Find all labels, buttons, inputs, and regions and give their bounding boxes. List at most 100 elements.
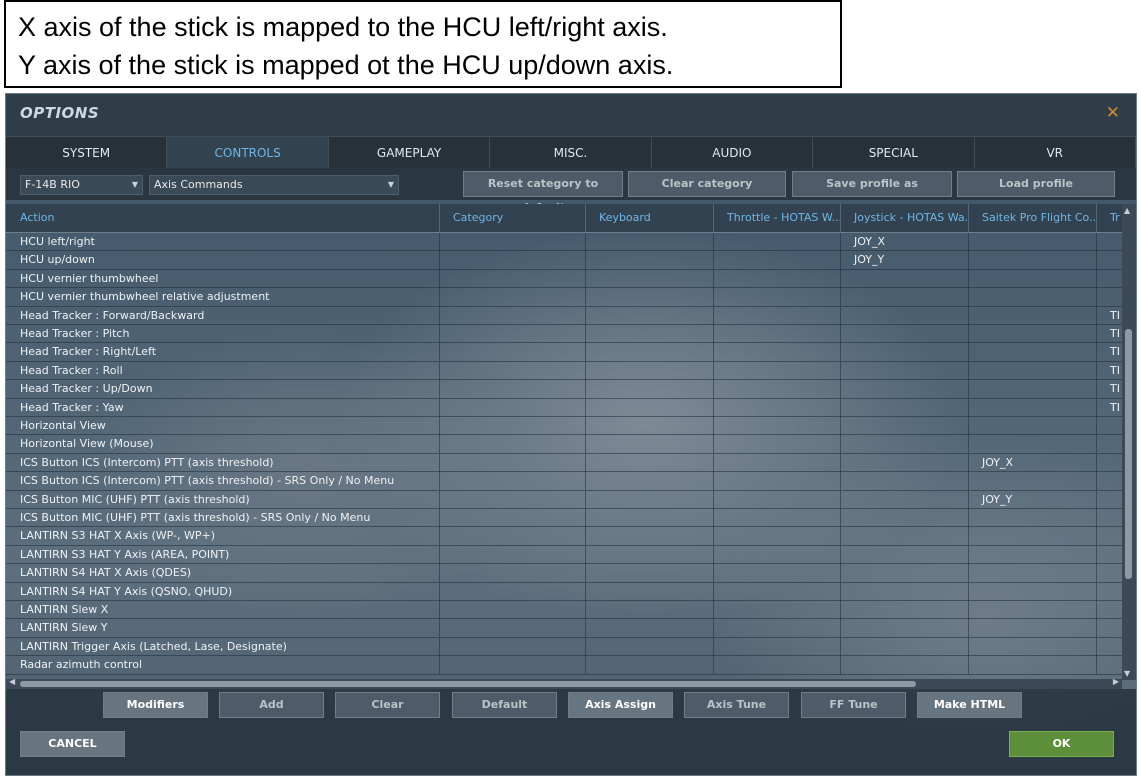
cell-joystick[interactable]: [841, 343, 969, 362]
cell-action[interactable]: LANTIRN S4 HAT Y Axis (QSNO, QHUD): [16, 582, 440, 601]
default-button[interactable]: Default: [452, 692, 557, 718]
cell-saitek[interactable]: [969, 417, 1097, 435]
cell-action[interactable]: Horizontal View: [16, 417, 440, 435]
cell-keyboard[interactable]: [586, 527, 714, 546]
cell-action[interactable]: ICS Button ICS (Intercom) PTT (axis thre…: [16, 453, 440, 472]
cell-throttle[interactable]: [714, 509, 841, 527]
cell-throttle[interactable]: [714, 472, 841, 491]
cell-tr[interactable]: TI: [1097, 380, 1122, 398]
cell-throttle[interactable]: [714, 619, 841, 638]
cell-keyboard[interactable]: [586, 288, 714, 307]
cell-keyboard[interactable]: [586, 343, 714, 362]
cell-keyboard[interactable]: [586, 306, 714, 325]
cell-action[interactable]: HCU up/down: [16, 251, 440, 270]
save-profile-button[interactable]: Save profile as: [792, 171, 952, 197]
cell-saitek[interactable]: [969, 582, 1097, 601]
table-row[interactable]: ICS Button ICS (Intercom) PTT (axis thre…: [6, 453, 1122, 473]
horizontal-scroll-thumb[interactable]: [20, 681, 916, 687]
cell-tr[interactable]: [1097, 638, 1122, 656]
cell-joystick[interactable]: [841, 601, 969, 619]
table-row[interactable]: LANTIRN Slew Y: [6, 619, 1122, 638]
cell-throttle[interactable]: [714, 398, 841, 417]
cell-joystick[interactable]: [841, 582, 969, 601]
column-header-category[interactable]: Category: [440, 204, 586, 232]
cell-keyboard[interactable]: [586, 564, 714, 583]
cell-saitek[interactable]: [969, 306, 1097, 325]
ok-button[interactable]: OK: [1009, 731, 1114, 757]
cell-tr[interactable]: [1097, 527, 1122, 545]
tab-special[interactable]: SPECIAL: [813, 137, 975, 169]
cell-throttle[interactable]: [714, 490, 841, 509]
cell-category[interactable]: [440, 545, 586, 564]
cell-throttle[interactable]: [714, 306, 841, 325]
cell-action[interactable]: ICS Button ICS (Intercom) PTT (axis thre…: [16, 472, 440, 491]
cell-keyboard[interactable]: [586, 398, 714, 417]
clear-button[interactable]: Clear: [335, 692, 440, 718]
cell-category[interactable]: [440, 435, 586, 454]
cell-category[interactable]: [440, 453, 586, 472]
cell-saitek[interactable]: [969, 361, 1097, 380]
load-profile-button[interactable]: Load profile: [957, 171, 1115, 197]
cell-joystick[interactable]: [841, 564, 969, 583]
cell-keyboard[interactable]: [586, 582, 714, 601]
cell-category[interactable]: [440, 398, 586, 417]
cell-throttle[interactable]: [714, 251, 841, 270]
vertical-scrollbar[interactable]: ▲ ▼: [1122, 204, 1136, 680]
cell-tr[interactable]: [1097, 435, 1122, 453]
cell-tr[interactable]: [1097, 491, 1122, 509]
cell-throttle[interactable]: [714, 417, 841, 435]
cell-tr[interactable]: [1097, 564, 1122, 582]
table-row[interactable]: Head Tracker : Yaw TI: [6, 398, 1122, 417]
cell-tr[interactable]: [1097, 472, 1122, 490]
add-button[interactable]: Add: [219, 692, 324, 718]
cell-saitek[interactable]: [969, 564, 1097, 583]
cell-joystick[interactable]: [841, 656, 969, 675]
cell-joystick[interactable]: [841, 269, 969, 288]
cell-joystick[interactable]: [841, 288, 969, 307]
cell-keyboard[interactable]: [586, 417, 714, 435]
cell-category[interactable]: [440, 417, 586, 435]
cell-tr[interactable]: [1097, 509, 1122, 527]
cell-saitek[interactable]: [969, 637, 1097, 656]
cell-throttle[interactable]: [714, 325, 841, 343]
cell-category[interactable]: [440, 490, 586, 509]
table-row[interactable]: Head Tracker : Up/Down TI: [6, 380, 1122, 399]
cell-tr[interactable]: TI: [1097, 399, 1122, 417]
cell-joystick[interactable]: [841, 398, 969, 417]
cell-saitek[interactable]: [969, 288, 1097, 307]
cell-tr[interactable]: TI: [1097, 307, 1122, 325]
cell-action[interactable]: Head Tracker : Roll: [16, 361, 440, 380]
tab-system[interactable]: SYSTEM: [6, 137, 168, 169]
cell-throttle[interactable]: [714, 527, 841, 546]
cell-action[interactable]: LANTIRN S3 HAT Y Axis (AREA, POINT): [16, 545, 440, 564]
make-html-button[interactable]: Make HTML: [917, 692, 1022, 718]
cell-throttle[interactable]: [714, 435, 841, 454]
cell-saitek[interactable]: [969, 527, 1097, 546]
cell-throttle[interactable]: [714, 656, 841, 675]
cell-action[interactable]: Head Tracker : Yaw: [16, 398, 440, 417]
cell-joystick[interactable]: [841, 472, 969, 491]
cell-tr[interactable]: [1097, 270, 1122, 288]
table-row[interactable]: HCU up/down JOY_Y: [6, 251, 1122, 270]
cell-action[interactable]: HCU left/right: [16, 233, 440, 251]
cell-saitek[interactable]: [969, 233, 1097, 251]
cell-throttle[interactable]: [714, 361, 841, 380]
axis-tune-button[interactable]: Axis Tune: [684, 692, 789, 718]
column-header-joystick[interactable]: Joystick - HOTAS Wa...: [841, 204, 969, 232]
cell-tr[interactable]: TI: [1097, 325, 1122, 343]
cell-keyboard[interactable]: [586, 269, 714, 288]
cell-tr[interactable]: TI: [1097, 343, 1122, 361]
cell-tr[interactable]: [1097, 454, 1122, 472]
cell-saitek[interactable]: [969, 380, 1097, 399]
table-row[interactable]: Head Tracker : Pitch TI: [6, 325, 1122, 344]
cell-category[interactable]: [440, 564, 586, 583]
cell-saitek[interactable]: [969, 343, 1097, 362]
cell-tr[interactable]: TI: [1097, 362, 1122, 380]
cell-category[interactable]: [440, 325, 586, 343]
table-row[interactable]: LANTIRN S4 HAT X Axis (QDES): [6, 564, 1122, 583]
horizontal-scrollbar[interactable]: ◀ ▶: [6, 677, 1122, 689]
cell-joystick[interactable]: [841, 509, 969, 527]
scroll-down-icon[interactable]: ▼: [1124, 669, 1130, 678]
cell-category[interactable]: [440, 637, 586, 656]
cell-action[interactable]: LANTIRN Slew Y: [16, 619, 440, 638]
